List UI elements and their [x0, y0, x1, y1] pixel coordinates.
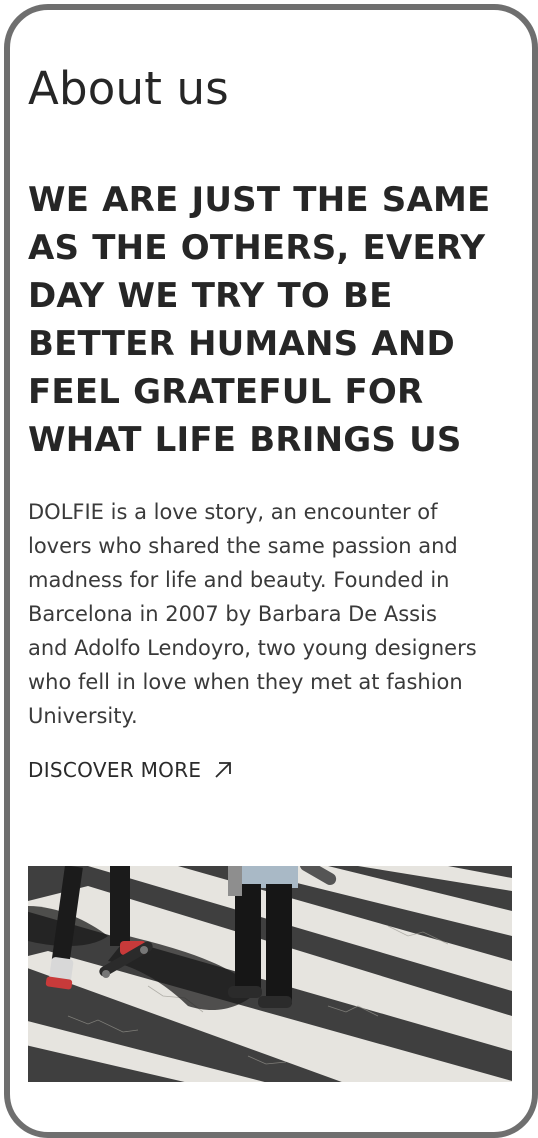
description-line: University. — [28, 704, 138, 728]
description-line: Barcelona in 2007 by Barbara De Assis — [28, 602, 437, 626]
about-description: DOLFIE is a love story, an encounter of … — [28, 495, 514, 733]
page-title: About us — [28, 62, 229, 115]
discover-more-link[interactable]: DISCOVER MORE — [28, 758, 233, 782]
headline-line: DAY WE TRY TO BE — [28, 276, 393, 316]
headline-line: WHAT LIFE BRINGS US — [28, 420, 462, 460]
phone-frame: About us WE ARE JUST THE SAME AS THE OTH… — [4, 4, 538, 1138]
headline-line: WE ARE JUST THE SAME — [28, 180, 491, 220]
description-line: madness for life and beauty. Founded in — [28, 568, 450, 592]
discover-more-label: DISCOVER MORE — [28, 758, 202, 782]
headline-line: BETTER HUMANS AND — [28, 324, 455, 364]
description-line: who fell in love when they met at fashio… — [28, 670, 463, 694]
arrow-up-right-icon — [213, 760, 233, 780]
description-line: and Adolfo Lendoyro, two young designers — [28, 636, 477, 660]
headline-line: FEEL GRATEFUL FOR — [28, 372, 424, 412]
headline-line: AS THE OTHERS, EVERY — [28, 228, 486, 268]
description-line: lovers who shared the same passion and — [28, 534, 458, 558]
crosswalk-photo — [28, 866, 512, 1082]
description-line: DOLFIE is a love story, an encounter of — [28, 500, 438, 524]
headline: WE ARE JUST THE SAME AS THE OTHERS, EVER… — [28, 176, 514, 464]
